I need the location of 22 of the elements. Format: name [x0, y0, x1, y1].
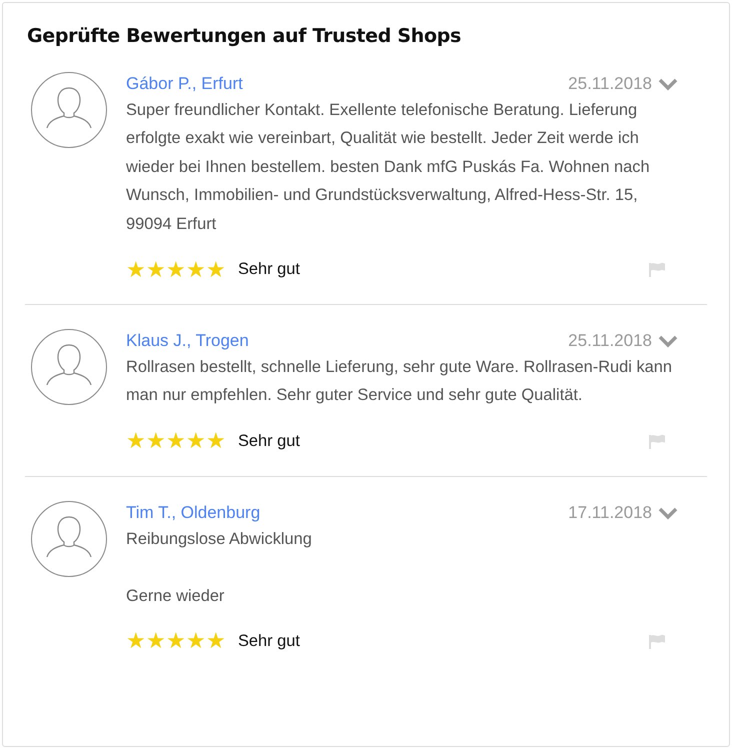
chevron-down-icon[interactable]	[658, 334, 678, 348]
review-text: Reibungslose Abwicklung Gerne wieder	[126, 528, 313, 607]
reviewer-link[interactable]: Gábor P., Erfurt	[126, 72, 243, 96]
reviewer-link[interactable]: Klaus J., Trogen	[126, 328, 249, 353]
rating-label: Sehr gut	[238, 631, 300, 652]
review-text: Rollrasen bestellt, schnelle Lieferung, sehr gute Ware. Rollrasen-Rudi kann man nur empfehlen. Sehr guter Service und sehr gute Qualität.	[126, 356, 674, 406]
review-date: 25.11.2018	[568, 72, 652, 95]
review-date: 25.11.2018	[568, 330, 652, 352]
review-date: 17.11.2018	[568, 502, 652, 524]
section-title: Geprüfte Bewertungen auf Trusted Shops	[26, 24, 462, 48]
avatar-icon	[31, 72, 107, 148]
avatar-icon	[31, 328, 107, 405]
reviewer-link[interactable]: Tim T., Oldenburg	[126, 500, 260, 525]
chevron-down-icon[interactable]	[658, 506, 678, 520]
star-rating: ★★★★★	[126, 430, 226, 452]
chevron-down-icon[interactable]	[658, 76, 678, 91]
rating-label: Sehr gut	[238, 259, 300, 280]
star-rating: ★★★★★	[126, 258, 226, 281]
avatar-icon	[31, 500, 107, 577]
star-rating: ★★★★★	[126, 630, 226, 652]
review-text: Super freundlicher Kontakt. Exellente telefonische Beratung. Lieferung erfolgte exakt wie vereinbart, Qualität wie bestellt. Jeder Zeit werde ich wieder bei Ihnen bestellem. besten Dank mfG Puskás Fa. Wohnen nach Wunsch, Immobilien- und Grundstücksverwaltung, Alfred-Hess-Str. 15, 99094 Erfurt	[126, 100, 651, 235]
rating-label: Sehr gut	[238, 430, 300, 452]
